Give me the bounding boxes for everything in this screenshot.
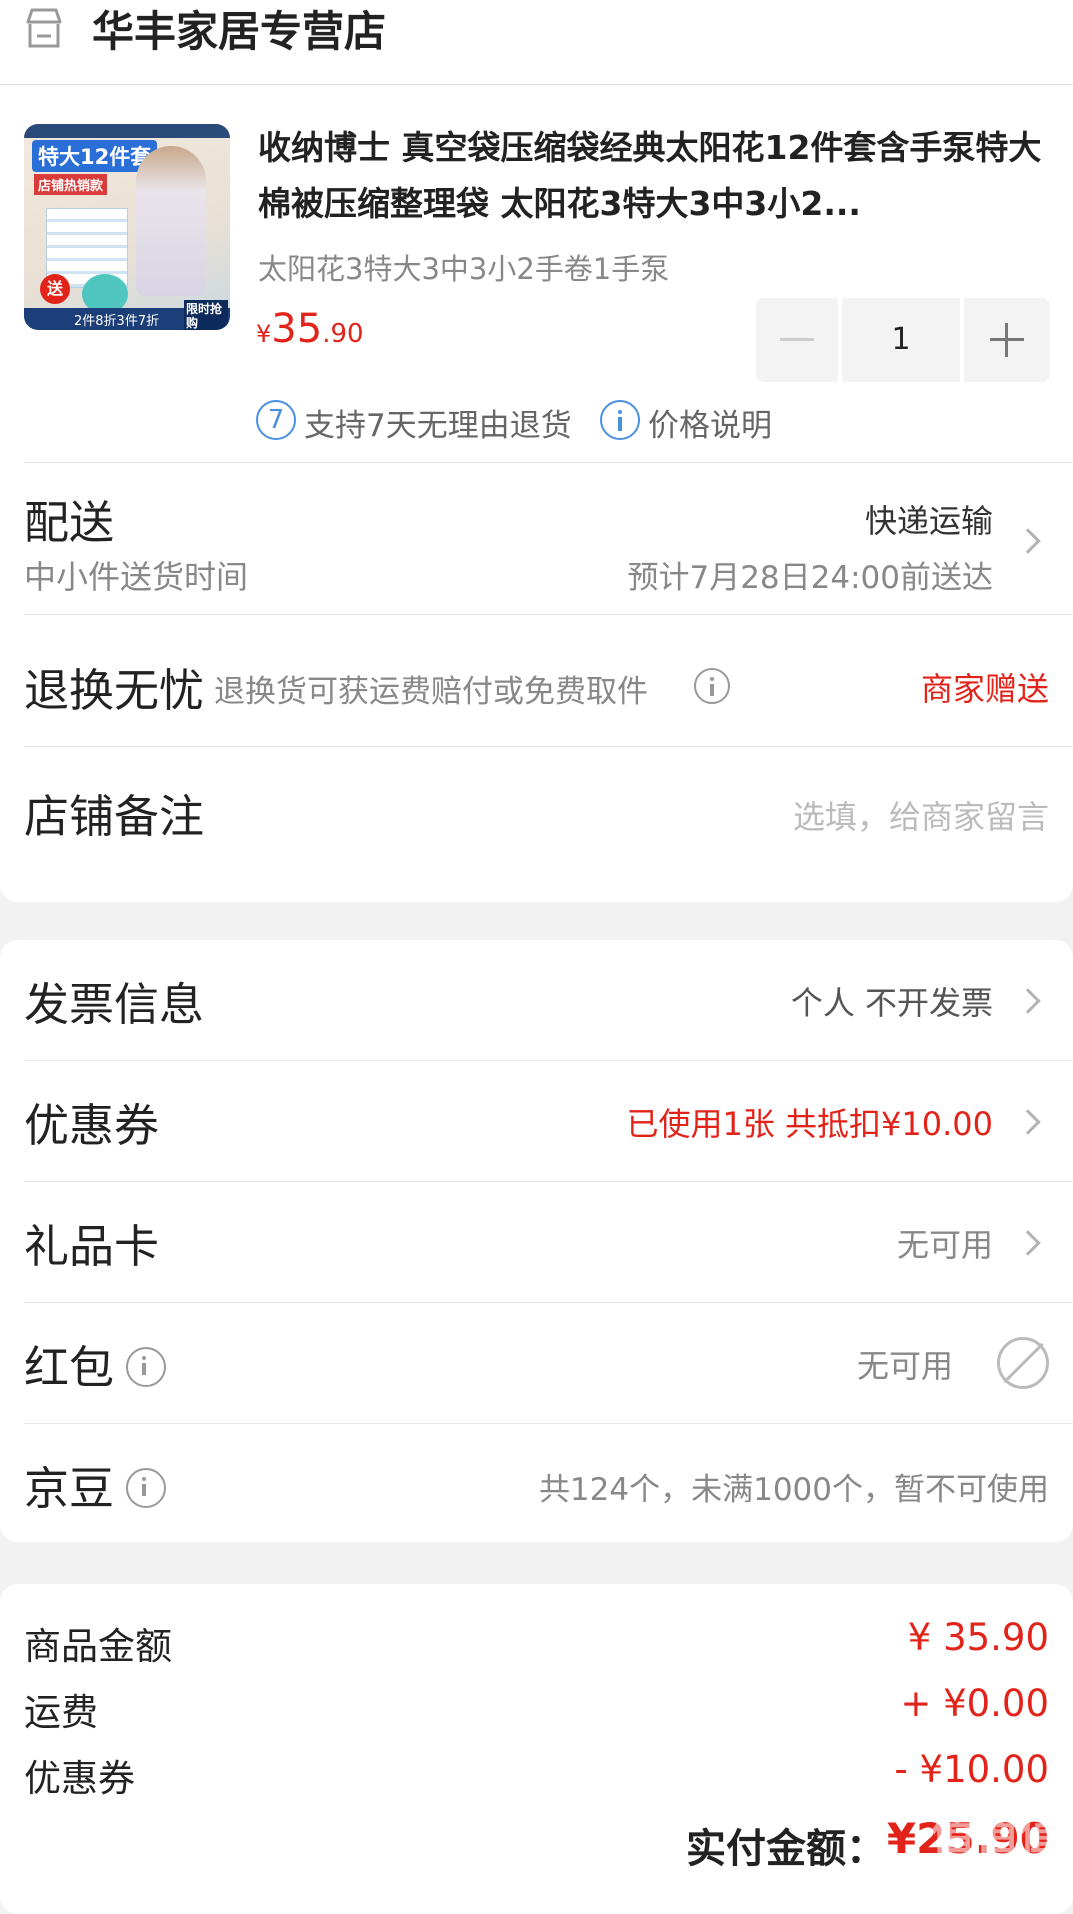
- jd-beans-value: 共124个，未满1000个，暂不可使用: [538, 1472, 1049, 1508]
- jd-beans-label: 京豆: [24, 1462, 115, 1515]
- info-icon[interactable]: [126, 1347, 166, 1387]
- chevron-right-icon: [1015, 528, 1041, 554]
- goods-amount-value: ¥ 35.90: [907, 1616, 1049, 1659]
- invoice-label: 发票信息: [24, 978, 205, 1031]
- coupon-label: 优惠券: [24, 1099, 160, 1152]
- shop-remark-row[interactable]: 店铺备注 选填，给商家留言: [0, 748, 1073, 878]
- return-service-row[interactable]: 退换无忧 退换货可获运费赔付或免费取件 商家赠送: [0, 616, 1073, 746]
- invoice-value: 个人 不开发票: [790, 984, 993, 1022]
- gift-card-value: 无可用: [896, 1226, 993, 1264]
- red-packet-row[interactable]: 红包 无可用: [0, 1303, 1073, 1423]
- chevron-right-icon: [1015, 1109, 1041, 1135]
- product-image-limited: 限时抢购: [184, 300, 228, 330]
- product-image[interactable]: 特大12件套 店铺热销款 送 2件8折3件7折 限时抢购: [24, 124, 230, 330]
- red-packet-value: 无可用: [856, 1347, 953, 1385]
- delivery-row[interactable]: 配送 快递运输 中小件送货时间 预计7月28日24:00前送达: [0, 464, 1073, 614]
- quantity-stepper: 1: [756, 298, 1050, 382]
- quantity-value[interactable]: 1: [842, 298, 960, 382]
- invoice-row[interactable]: 发票信息 个人 不开发票: [0, 940, 1073, 1060]
- return-service-desc: 退换货可获运费赔付或免费取件: [214, 674, 648, 710]
- store-header[interactable]: 华丰家居专营店: [0, 0, 1073, 84]
- return-service-label: 退换无忧: [24, 664, 205, 717]
- price-symbol: ¥: [256, 320, 272, 348]
- gift-card-row[interactable]: 礼品卡 无可用: [0, 1182, 1073, 1302]
- decrease-button[interactable]: [756, 298, 838, 382]
- price-int: 35: [271, 306, 323, 352]
- delivery-eta: 预计7月28日24:00前送达: [627, 560, 993, 596]
- store-name: 华丰家居专营店: [92, 7, 387, 56]
- shipping-label: 运费: [24, 1691, 98, 1734]
- return-7day-icon: 7: [256, 400, 296, 440]
- price-summary-card: 商品金额 ¥ 35.90 运费 + ¥0.00 优惠券 - ¥10.00 实付金…: [0, 1584, 1073, 1914]
- increase-button[interactable]: [964, 298, 1050, 382]
- disabled-icon: [997, 1337, 1049, 1389]
- product-price: ¥35.90: [256, 306, 364, 352]
- watermark-sub: zhizhizhi.com: [941, 1866, 1063, 1887]
- store-icon: [22, 6, 66, 50]
- coupon-value: 已使用1张 共抵扣¥10.00: [626, 1105, 993, 1143]
- price-dec: .90: [322, 319, 364, 349]
- coupon-deduct-value: - ¥10.00: [894, 1748, 1049, 1791]
- red-packet-label: 红包: [24, 1341, 115, 1394]
- product-image-person: [136, 146, 206, 296]
- return-service-value: 商家赠送: [920, 670, 1049, 708]
- price-note-label: 价格说明: [648, 408, 772, 444]
- shipping-value: + ¥0.00: [900, 1682, 1049, 1725]
- product-image-gift: 送: [40, 274, 70, 304]
- info-icon[interactable]: [694, 668, 730, 704]
- minus-icon: [780, 338, 814, 341]
- coupon-row[interactable]: 优惠券 已使用1张 共抵扣¥10.00: [0, 1061, 1073, 1181]
- delivery-method: 快递运输: [864, 502, 993, 540]
- jd-beans-row[interactable]: 京豆 共124个，未满1000个，暂不可使用: [0, 1424, 1073, 1542]
- delivery-label: 配送: [24, 496, 115, 549]
- info-icon[interactable]: [126, 1468, 166, 1508]
- watermark-text: 值值值: [931, 1809, 1063, 1860]
- shop-remark-input[interactable]: 选填，给商家留言: [793, 792, 1049, 838]
- chevron-right-icon: [1015, 1230, 1041, 1256]
- product-spec: 太阳花3特大3中3小2手卷1手泵: [258, 252, 670, 286]
- gift-card-label: 礼品卡: [24, 1220, 160, 1273]
- shop-remark-label: 店铺备注: [24, 790, 205, 843]
- product-title[interactable]: 收纳博士 真空袋压缩袋经典太阳花12件套含手泵特大棉被压缩整理袋 太阳花3特大3…: [258, 120, 1048, 236]
- info-icon: [600, 400, 640, 440]
- goods-amount-label: 商品金额: [24, 1625, 172, 1668]
- delivery-sub-label: 中小件送货时间: [24, 558, 249, 596]
- benefits-card: 发票信息 个人 不开发票 优惠券 已使用1张 共抵扣¥10.00 礼品卡 无可用…: [0, 940, 1073, 1542]
- order-card: 特大12件套 店铺热销款 送 2件8折3件7折 限时抢购 收纳博士 真空袋压缩袋…: [0, 84, 1073, 902]
- coupon-deduct-label: 优惠券: [24, 1757, 135, 1800]
- product-image-promo: 2件8折3件7折: [74, 314, 160, 329]
- return-tag-label: 支持7天无理由退货: [304, 408, 572, 444]
- product-image-sub: 店铺热销款: [34, 174, 108, 195]
- chevron-right-icon: [1015, 988, 1041, 1014]
- total-label: 实付金额：: [686, 1826, 886, 1872]
